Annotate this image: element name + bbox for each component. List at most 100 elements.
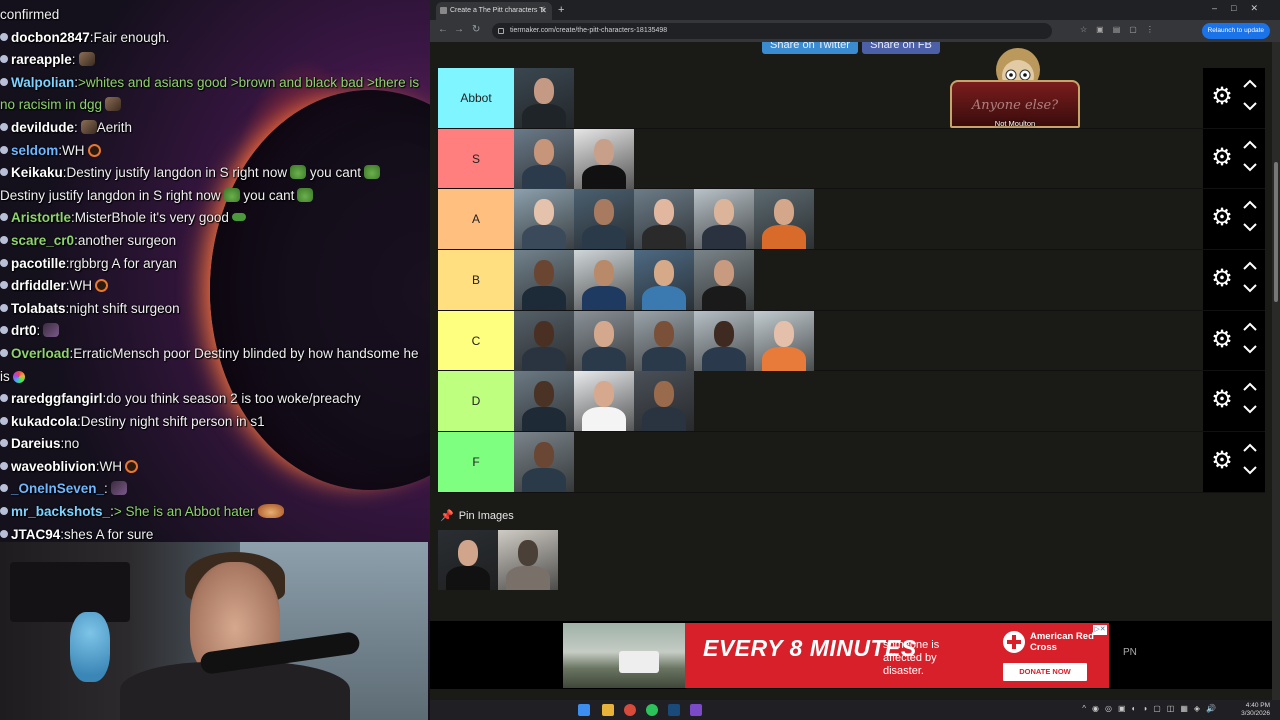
chat-username[interactable]: Keikaku bbox=[11, 165, 63, 180]
character-thumbnail[interactable] bbox=[574, 310, 634, 371]
tier-label[interactable]: A bbox=[438, 189, 514, 250]
character-thumbnail[interactable] bbox=[754, 189, 814, 250]
tier-label[interactable]: Abbot bbox=[438, 68, 514, 128]
pin-images-label[interactable]: 📌 Pin Images bbox=[440, 509, 514, 523]
chevron-up-icon[interactable] bbox=[1241, 381, 1259, 395]
pinned-image[interactable] bbox=[438, 530, 498, 590]
chat-username[interactable]: Tolabats bbox=[11, 301, 66, 316]
system-tray[interactable]: ^◉◎▣◐◑▢◫▦◈🔊 bbox=[1082, 704, 1222, 713]
start-icon[interactable] bbox=[578, 704, 590, 716]
chat-username[interactable]: JTAC94 bbox=[11, 527, 60, 540]
character-thumbnail[interactable] bbox=[574, 371, 634, 432]
scroll-thumb[interactable] bbox=[1274, 162, 1278, 302]
character-head bbox=[594, 138, 614, 165]
new-tab-icon[interactable]: + bbox=[558, 2, 564, 18]
chat-username[interactable]: mr_backshots_ bbox=[11, 504, 110, 519]
character-thumbnail[interactable] bbox=[514, 371, 574, 432]
chevron-down-icon[interactable] bbox=[1241, 100, 1259, 114]
character-thumbnail[interactable] bbox=[574, 250, 634, 311]
character-thumbnail[interactable] bbox=[574, 128, 634, 189]
tier-label[interactable]: B bbox=[438, 250, 514, 310]
chat-username[interactable]: docbon2847 bbox=[11, 30, 90, 45]
relaunch-button[interactable]: Relaunch to update bbox=[1201, 23, 1270, 39]
gear-icon[interactable]: ⚙ bbox=[1209, 205, 1235, 231]
chevron-up-icon[interactable] bbox=[1241, 260, 1259, 274]
chat-username[interactable]: pacotille bbox=[11, 256, 66, 271]
chat-username[interactable]: seldom bbox=[11, 143, 58, 158]
character-thumbnail[interactable] bbox=[514, 310, 574, 371]
chevron-down-icon[interactable] bbox=[1241, 282, 1259, 296]
character-thumbnail[interactable] bbox=[514, 250, 574, 311]
site-info-icon[interactable] bbox=[498, 28, 504, 34]
url-field[interactable]: tiermaker.com/create/the-pitt-characters… bbox=[492, 23, 1052, 39]
browser-tab[interactable]: Create a The Pitt characters Ti ✕ bbox=[436, 2, 552, 20]
chat-username[interactable]: Dareius bbox=[11, 436, 61, 451]
chat-username[interactable]: _OneInSeven_ bbox=[11, 481, 104, 496]
pinned-image[interactable] bbox=[498, 530, 558, 590]
chevron-up-icon[interactable] bbox=[1241, 199, 1259, 213]
ad-close-icon[interactable]: ▷✕ bbox=[1093, 625, 1107, 635]
chevron-up-icon[interactable] bbox=[1241, 321, 1259, 335]
extension-icons[interactable]: ☆▣▤▢⋮ bbox=[1080, 25, 1163, 34]
gear-icon[interactable]: ⚙ bbox=[1209, 266, 1235, 292]
spotify-icon[interactable] bbox=[646, 704, 658, 716]
close-tab-icon[interactable]: ✕ bbox=[540, 2, 547, 20]
character-thumbnail[interactable] bbox=[634, 250, 694, 311]
character-thumbnail[interactable] bbox=[634, 371, 694, 432]
gear-icon[interactable]: ⚙ bbox=[1209, 448, 1235, 474]
character-thumbnail[interactable] bbox=[634, 310, 694, 371]
gear-icon[interactable]: ⚙ bbox=[1209, 84, 1235, 110]
character-thumbnail[interactable] bbox=[694, 250, 754, 311]
chat-username[interactable]: drfiddler bbox=[11, 278, 66, 293]
chat-username[interactable]: kukadcola bbox=[11, 414, 77, 429]
gear-icon[interactable]: ⚙ bbox=[1209, 144, 1235, 171]
character-thumbnail[interactable] bbox=[514, 128, 574, 189]
tier-label[interactable]: D bbox=[438, 371, 514, 432]
chat-username[interactable]: Overload bbox=[11, 346, 70, 361]
chevron-up-icon[interactable] bbox=[1241, 78, 1259, 92]
chrome-icon[interactable] bbox=[624, 704, 636, 716]
obs-icon[interactable] bbox=[690, 704, 702, 716]
chat-username[interactable]: rareapple bbox=[11, 52, 72, 67]
chevron-down-icon[interactable] bbox=[1241, 403, 1259, 417]
chat-badge-icon bbox=[0, 461, 8, 470]
chevron-down-icon[interactable] bbox=[1241, 161, 1259, 175]
tier-label[interactable]: S bbox=[438, 128, 514, 189]
clock[interactable]: 4:40 PM 3/30/2026 bbox=[1241, 702, 1270, 718]
chat-username[interactable]: drt0 bbox=[11, 323, 37, 338]
back-icon[interactable]: ← bbox=[438, 24, 448, 35]
red-cross-ad[interactable]: EVERY 8 MINUTES someone is affected by d… bbox=[563, 623, 1109, 688]
chevron-down-icon[interactable] bbox=[1241, 343, 1259, 357]
chevron-down-icon[interactable] bbox=[1241, 464, 1259, 478]
share-fb-button[interactable]: Share on FB bbox=[862, 42, 940, 54]
character-thumbnail[interactable] bbox=[694, 310, 754, 371]
character-thumbnail[interactable] bbox=[754, 310, 814, 371]
chevron-up-icon[interactable] bbox=[1241, 442, 1259, 456]
chevron-up-icon[interactable] bbox=[1241, 139, 1259, 153]
tier-label[interactable]: F bbox=[438, 432, 514, 492]
gear-icon[interactable]: ⚙ bbox=[1209, 326, 1235, 353]
chat-username[interactable]: waveoblivion bbox=[11, 459, 96, 474]
donate-button[interactable]: DONATE NOW bbox=[1003, 663, 1087, 681]
tier-label[interactable]: C bbox=[438, 310, 514, 371]
character-thumbnail[interactable] bbox=[514, 432, 574, 493]
character-thumbnail[interactable] bbox=[634, 189, 694, 250]
character-thumbnail[interactable] bbox=[514, 189, 574, 250]
forward-icon[interactable]: → bbox=[454, 24, 464, 35]
gear-icon[interactable]: ⚙ bbox=[1209, 387, 1235, 413]
chat-username[interactable]: scare_cr0 bbox=[11, 233, 74, 248]
file-explorer-icon[interactable] bbox=[602, 704, 614, 716]
chat-username[interactable]: Aristortle bbox=[11, 210, 71, 225]
chevron-down-icon[interactable] bbox=[1241, 221, 1259, 235]
chat-username[interactable]: Walpolian bbox=[11, 75, 74, 90]
character-thumbnail[interactable] bbox=[514, 68, 574, 128]
steam-icon[interactable] bbox=[668, 704, 680, 716]
reload-icon[interactable]: ↻ bbox=[472, 24, 480, 35]
chat-username[interactable]: devildude bbox=[11, 120, 74, 135]
chat-username[interactable]: raredggfangirl bbox=[11, 391, 103, 406]
window-controls[interactable]: –□✕ bbox=[1212, 3, 1272, 14]
share-twitter-button[interactable]: Share on Twitter bbox=[762, 42, 858, 54]
page-scrollbar[interactable] bbox=[1272, 42, 1280, 700]
character-thumbnail[interactable] bbox=[574, 189, 634, 250]
character-thumbnail[interactable] bbox=[694, 189, 754, 250]
